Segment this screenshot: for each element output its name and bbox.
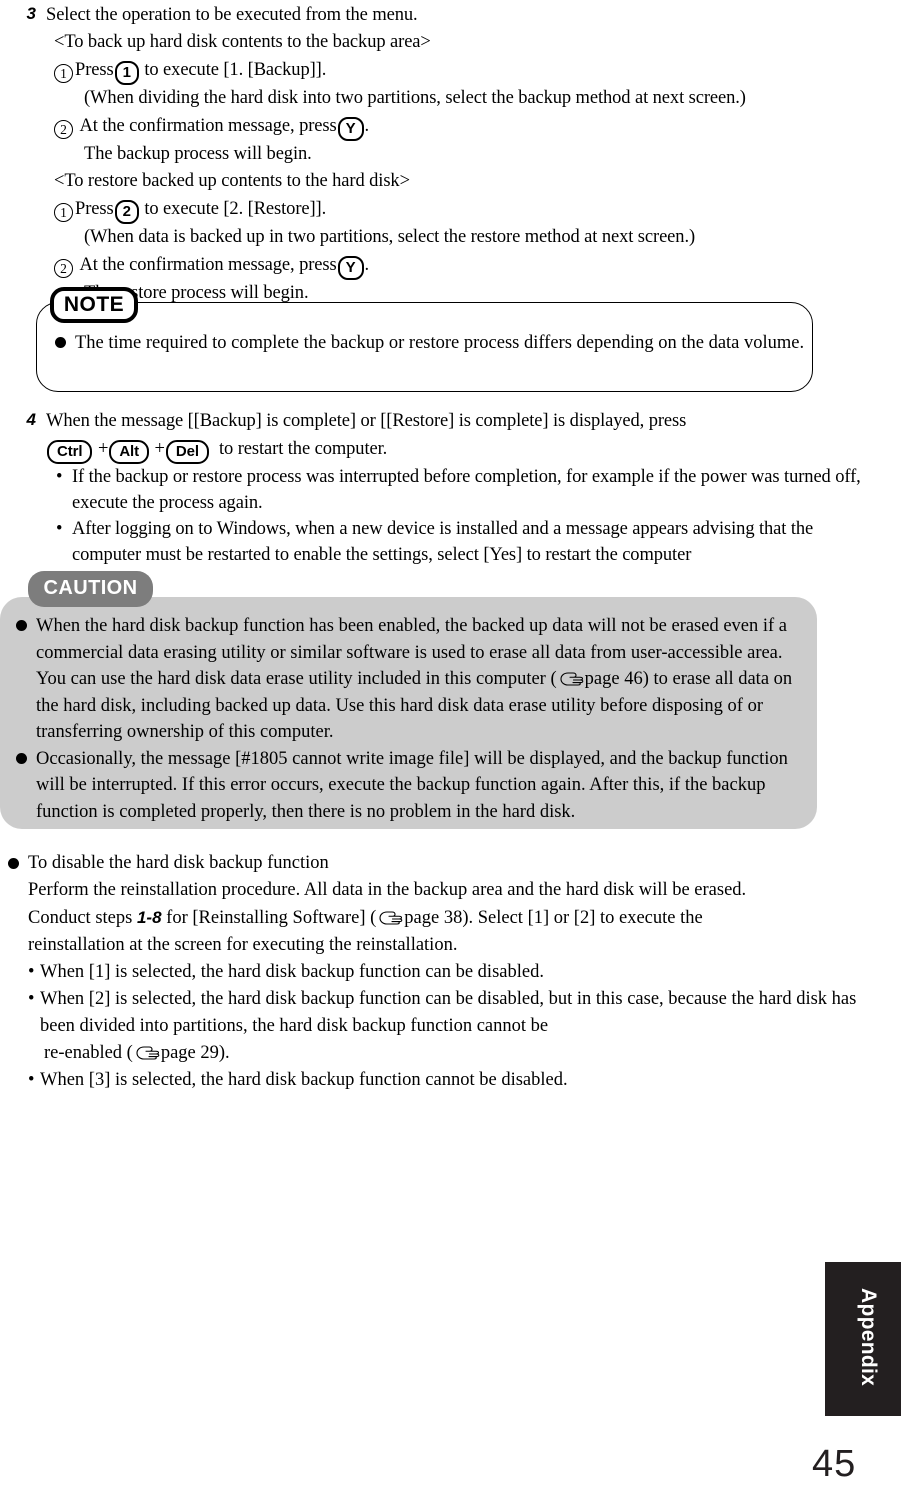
step-3-item-a1: 1 Press 1 to execute [1. [Backup]].	[46, 57, 892, 85]
small-dot-bullet-icon-1: •	[56, 467, 63, 487]
item-a2-post: .	[364, 116, 370, 136]
step-3-body: Select the operation to be executed from…	[46, 2, 892, 306]
disable-bullet-3: • When [3] is selected, the hard disk ba…	[28, 1067, 858, 1094]
pointing-hand-icon-3	[134, 1045, 160, 1061]
circled-number-1-icon: 1	[54, 64, 73, 83]
disable-steps-range: 1-8	[136, 908, 162, 927]
disable-line-2-b: for [Reinstalling Software] (	[166, 908, 377, 928]
item-b2-post: .	[364, 255, 370, 275]
item-b2-pre: At the confirmation message, press	[79, 255, 337, 275]
step-3-item-b1-sub: (When data is backed up in two partition…	[84, 227, 696, 247]
page-number: 45	[812, 1443, 857, 1485]
small-dot-bullet-icon-d1: •	[28, 962, 35, 982]
step-4-body: When the message [[Backup] is complete] …	[46, 408, 872, 568]
filled-circle-bullet-icon	[55, 337, 66, 348]
step-3-heading: Select the operation to be executed from…	[46, 5, 418, 25]
disable-line-3: reinstallation at the screen for executi…	[28, 935, 458, 955]
step-4-bullet-2: • After logging on to Windows, when a ne…	[46, 516, 872, 568]
step-4-key-line: Ctrl + Alt + Del to restart the computer.	[46, 436, 872, 464]
small-dot-bullet-icon-d2: •	[28, 989, 35, 1009]
small-dot-bullet-icon-2: •	[56, 519, 63, 539]
disable-bullet-1: • When [1] is selected, the hard disk ba…	[28, 959, 858, 986]
keycap-y-2: Y	[337, 256, 364, 280]
caution-item-2: Occasionally, the message [#1805 cannot …	[16, 746, 802, 826]
step-4-bullet-1-text: If the backup or restore process was int…	[72, 467, 861, 513]
step-3-block: 3 Select the operation to be executed fr…	[12, 2, 892, 306]
item-a1-pre: Press	[75, 60, 114, 80]
caution-badge: CAUTION	[28, 571, 153, 607]
filled-circle-bullet-icon-d	[8, 858, 19, 869]
step-3-item-b2: 2 At the confirmation message, press Y.	[46, 252, 892, 280]
disable-section-row: To disable the hard disk backup function…	[8, 850, 858, 1094]
keycap-1: 1	[114, 61, 139, 85]
disable-backup-section: To disable the hard disk backup function…	[8, 850, 858, 1094]
caution-item-2-text: Occasionally, the message [#1805 cannot …	[36, 748, 788, 822]
disable-heading: To disable the hard disk backup function	[28, 853, 329, 873]
step-3-item-a1-sub: (When dividing the hard disk into two pa…	[84, 88, 746, 108]
small-dot-bullet-icon-d3: •	[28, 1070, 35, 1090]
step-3-item-b1: 1 Press 2 to execute [2. [Restore]].	[46, 196, 892, 224]
filled-circle-bullet-icon-c1	[16, 620, 27, 631]
appendix-tab-label: Appendix	[857, 1288, 880, 1387]
step-3-item-a2-sub: The backup process will begin.	[84, 144, 312, 164]
key-plus-2: +	[154, 439, 165, 459]
step-4-number: 4	[26, 410, 36, 429]
keycap-y-1: Y	[337, 117, 364, 141]
step-4-bullet-2-text: After logging on to Windows, when a new …	[72, 519, 814, 565]
item-b1-post: to execute [2. [Restore]].	[144, 199, 327, 219]
keycap-2: 2	[114, 200, 139, 224]
note-content: The time required to complete the backup…	[55, 330, 805, 357]
pointing-hand-icon-2	[377, 910, 403, 926]
keycap-del: Del	[165, 440, 209, 464]
disable-bullet-2-ref-page: page 29).	[160, 1043, 230, 1063]
disable-bullet-2-text: When [2] is selected, the hard disk back…	[40, 989, 857, 1036]
caution-item-1-text: When the hard disk backup function has b…	[36, 613, 802, 746]
disable-section-body: To disable the hard disk backup function…	[28, 850, 858, 1094]
disable-line-2: Conduct steps 1-8 for [Reinstalling Soft…	[28, 904, 858, 932]
circled-number-2-icon: 2	[54, 120, 73, 139]
key-plus-1: +	[97, 439, 109, 459]
circled-number-2-icon-b: 2	[54, 259, 73, 278]
disable-line-2-a: Conduct steps	[28, 908, 133, 928]
item-b1-pre: Press	[75, 199, 114, 219]
circled-number-1-icon-b: 1	[54, 203, 73, 222]
keycap-ctrl: Ctrl	[47, 440, 93, 464]
step-3-section-a-title: <To back up hard disk contents to the ba…	[54, 32, 431, 52]
appendix-side-tab: Appendix	[825, 1262, 901, 1416]
step-4-block: 4 When the message [[Backup] is complete…	[12, 408, 872, 568]
step-3-section-b-title: <To restore backed up contents to the ha…	[54, 171, 410, 191]
pointing-hand-icon-1	[558, 671, 584, 687]
note-item-text: The time required to complete the backup…	[75, 333, 805, 353]
disable-bullet-3-text: When [3] is selected, the hard disk back…	[40, 1070, 568, 1090]
step-3-item-a2: 2 At the confirmation message, press Y.	[46, 113, 892, 141]
caution-content: When the hard disk backup function has b…	[16, 613, 802, 825]
item-a2-pre: At the confirmation message, press	[79, 116, 337, 136]
item-a1-post: to execute [1. [Backup]].	[144, 60, 327, 80]
disable-bullet-1-text: When [1] is selected, the hard disk back…	[40, 962, 544, 982]
disable-bullet-2-ref-prefix: re-enabled (	[44, 1043, 133, 1063]
step-4-line-1: When the message [[Backup] is complete] …	[46, 411, 687, 431]
disable-line-1: Perform the reinstallation procedure. Al…	[28, 880, 747, 900]
step-3-number: 3	[26, 4, 36, 23]
manual-page: 3 Select the operation to be executed fr…	[0, 0, 901, 1497]
disable-bullet-2-ref: re-enabled ( page 29).	[40, 1040, 858, 1067]
note-badge: NOTE	[50, 287, 138, 323]
caution-item-1: When the hard disk backup function has b…	[16, 613, 802, 746]
disable-line-2-page: page 38). Select [1] or [2] to execute t…	[404, 908, 703, 928]
step-4-bullet-1: • If the backup or restore process was i…	[46, 464, 872, 516]
step-4-line-2-tail: to restart the computer.	[219, 439, 388, 459]
keycap-alt: Alt	[109, 440, 150, 464]
disable-bullet-2-block: When [2] is selected, the hard disk back…	[40, 986, 858, 1067]
disable-bullet-2: • When [2] is selected, the hard disk ba…	[28, 986, 858, 1067]
filled-circle-bullet-icon-c2	[16, 752, 27, 764]
